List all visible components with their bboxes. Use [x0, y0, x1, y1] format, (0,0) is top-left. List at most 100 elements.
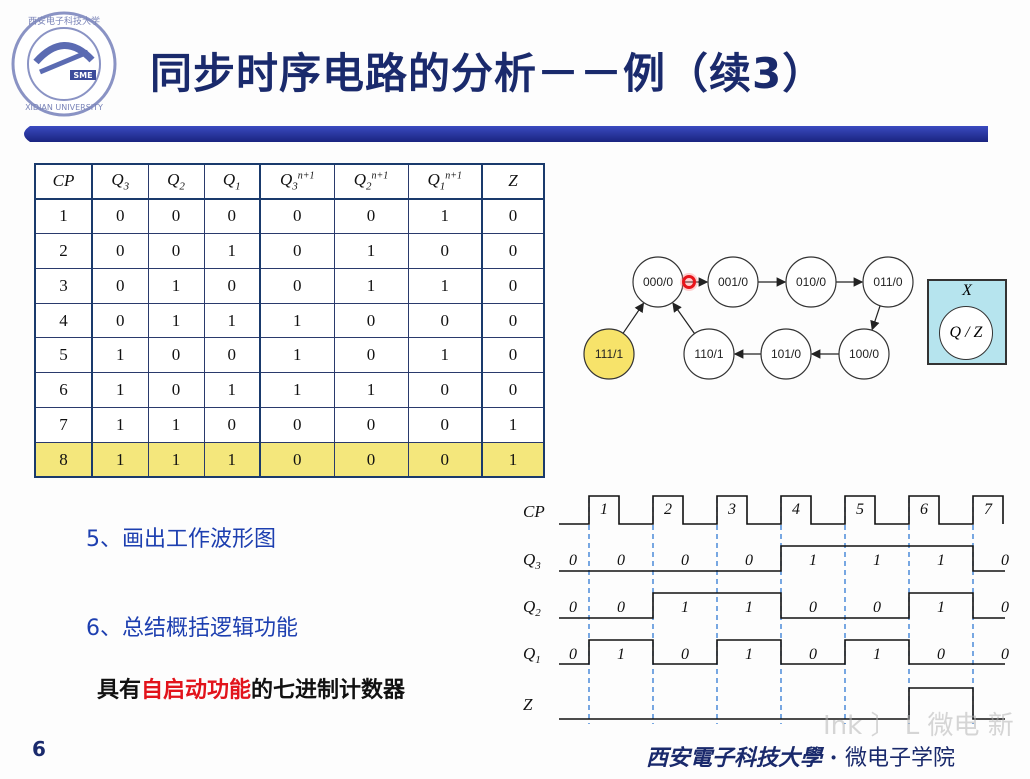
table-cell: 1 [203, 233, 261, 269]
state-transition-table: CP Q3 Q2 Q1 Q3n+1 Q2n+1 Q1n+1 Z 10000010… [34, 163, 545, 479]
state-value-label: 0 [809, 599, 817, 616]
table-cell: 1 [407, 198, 483, 235]
table-cell: 0 [203, 407, 261, 443]
table-cell: 1 [407, 337, 483, 374]
table-cell: 1 [34, 198, 93, 235]
table-cell: 1 [91, 372, 149, 409]
conclusion-text: 具有自启动功能的七进制计数器 [97, 672, 405, 704]
state-value-label: 0 [681, 646, 689, 663]
table-cell: 1 [147, 407, 205, 443]
title-accent-bar [24, 126, 988, 142]
table-cell: 0 [259, 198, 335, 235]
col-header-q3-next: Q3n+1 [259, 163, 335, 200]
laser-pointer-dot-icon [680, 273, 698, 291]
state-value-label: 1 [873, 646, 881, 663]
state-node: 011/0 [862, 256, 914, 308]
state-value-label: 1 [681, 599, 689, 616]
state-node: 101/0 [760, 328, 812, 380]
table-cell: 0 [91, 302, 149, 339]
signal-label: Q2 [523, 597, 541, 619]
signal-label: Q1 [523, 644, 541, 666]
table-cell: 0 [203, 267, 261, 304]
table-cell: 3 [34, 267, 93, 304]
state-value-label: 0 [745, 552, 753, 569]
state-value-label: 1 [745, 646, 753, 663]
table-cell: 1 [147, 441, 205, 478]
state-label: 011/0 [873, 275, 902, 289]
table-cell: 0 [407, 372, 483, 409]
cp-waveform [559, 495, 1004, 525]
table-cell: 0 [91, 198, 149, 235]
state-value-label: 0 [809, 646, 817, 663]
state-node: 100/0 [838, 328, 890, 380]
logo-top-text: 西安电子科技大学 [28, 15, 100, 27]
state-value-label: 1 [617, 646, 625, 663]
initial-value-label: 0 [569, 646, 577, 663]
video-watermark: Ink 〕 L 微电 新 [823, 711, 1014, 741]
table-cell: 0 [147, 233, 205, 269]
state-value-label: 1 [873, 552, 881, 569]
state-value-label: 1 [937, 599, 945, 616]
table-row: 61011100 [34, 372, 545, 409]
state-value-label: 0 [873, 599, 881, 616]
table-cell: 1 [333, 233, 409, 269]
footer-separator: · [829, 745, 838, 771]
state-value-label: 1 [809, 552, 817, 569]
table-cell: 0 [333, 302, 409, 339]
clock-pulse-label: 2 [664, 501, 672, 518]
clock-pulse-label: 5 [856, 501, 864, 518]
table-cell: 1 [203, 441, 261, 478]
table-cell: 1 [91, 441, 149, 478]
slide-title: 同步时序电路的分析－－例（续3） [150, 49, 826, 98]
table-cell: 1 [259, 337, 335, 374]
state-transition-arrow [870, 305, 881, 331]
state-label: 010/0 [796, 275, 826, 289]
table-row: 81110001 [34, 441, 545, 478]
table-cell: 0 [259, 407, 335, 443]
conclusion-prefix: 具有 [97, 678, 142, 703]
logo-badge: SME [73, 71, 92, 80]
table-cell: 0 [333, 198, 409, 235]
table-cell: 1 [481, 407, 545, 443]
step-6-text: 6、总结概括逻辑功能 [86, 616, 298, 641]
table-row: 40111000 [34, 302, 545, 339]
col-header-q1-next: Q1n+1 [407, 163, 483, 200]
table-cell: 0 [203, 337, 261, 374]
table-cell: 1 [147, 267, 205, 304]
legend-node: Q / Z [939, 306, 993, 360]
table-cell: 1 [91, 407, 149, 443]
state-transition-arrow [672, 302, 696, 334]
initial-value-label: 0 [569, 599, 577, 616]
table-cell: 0 [333, 441, 409, 478]
state-node: 110/1 [683, 328, 735, 380]
state-value-label: 0 [681, 552, 689, 569]
table-row: 30100110 [34, 267, 545, 304]
legend-input-label: X [962, 282, 972, 299]
clock-pulse-label: 4 [792, 501, 800, 518]
table-cell: 0 [481, 198, 545, 235]
signal-label: Z [523, 695, 533, 714]
col-header-q2: Q2 [147, 163, 205, 200]
table-cell: 4 [34, 302, 93, 339]
table-row: 20010100 [34, 233, 545, 269]
state-label: 111/1 [595, 347, 624, 361]
footer-institution: 西安電子科技大學 · 微电子学院 [646, 740, 955, 772]
state-legend: X Q / Z [927, 279, 1007, 365]
state-node: 010/0 [785, 256, 837, 308]
clock-pulse-label: 7 [984, 501, 993, 518]
state-value-label: 1 [937, 552, 945, 569]
table-cell: 1 [91, 337, 149, 374]
col-header-cp: CP [34, 163, 93, 200]
col-header-q1: Q1 [203, 163, 261, 200]
table-cell: 0 [259, 233, 335, 269]
clock-pulse-label: 6 [920, 501, 928, 518]
step-5-text: 5、画出工作波形图 [86, 527, 276, 552]
state-node: 111/1 [583, 328, 635, 380]
state-label: 100/0 [849, 347, 879, 361]
table-cell: 0 [407, 407, 483, 443]
initial-value-label: 0 [569, 552, 577, 569]
table-row: 10000010 [34, 198, 545, 235]
footer-college: 微电子学院 [845, 746, 956, 771]
table-cell: 0 [203, 198, 261, 235]
logo-bottom-text: XIDIAN UNIVERSITY [25, 103, 103, 112]
